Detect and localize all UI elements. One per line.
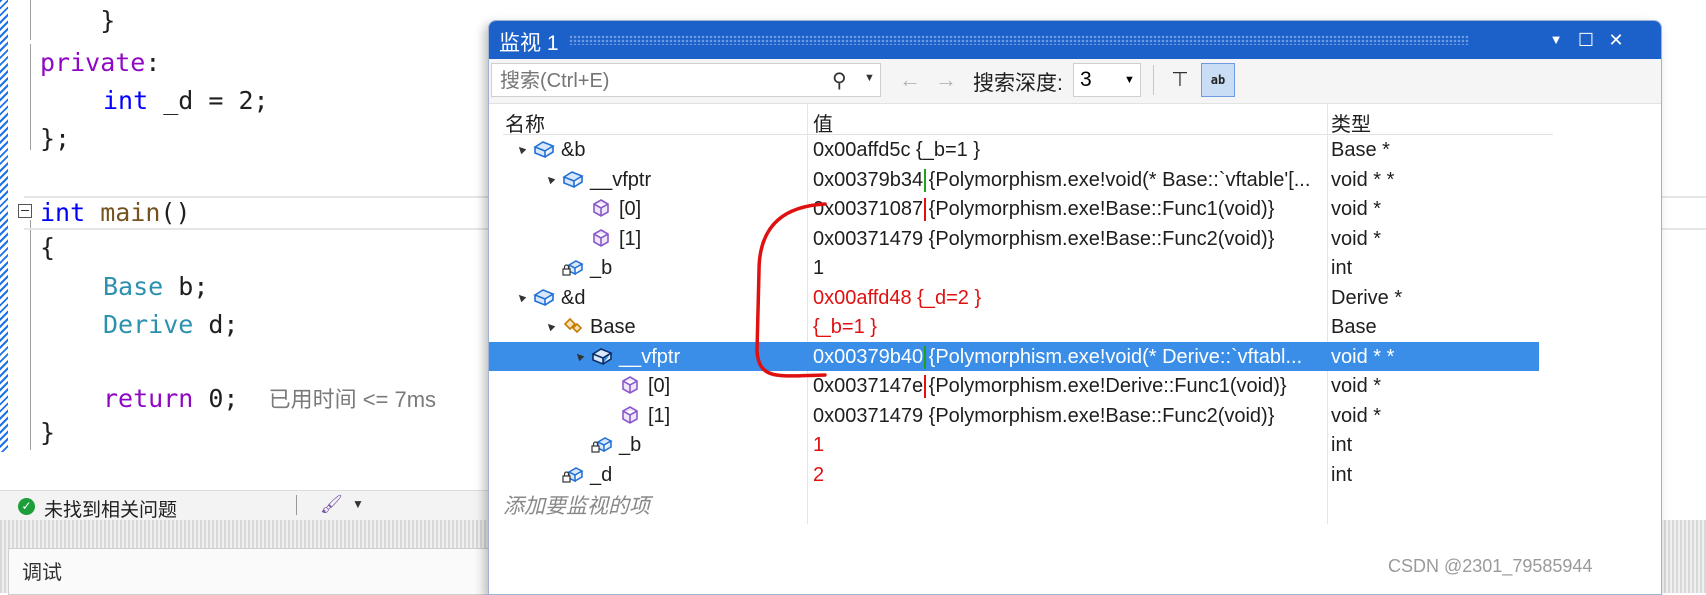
code-line: private: [40, 48, 161, 77]
indent-guide [30, 0, 31, 40]
output-panel: 调试 [0, 520, 492, 595]
check-circle-icon: ✓ [18, 498, 35, 515]
divider [296, 495, 297, 515]
code-line: return 0; 已用时间 <= 7ms [103, 384, 437, 413]
code-line: Derive d; [103, 310, 239, 339]
collapse-toggle[interactable] [18, 204, 32, 218]
issues-status[interactable]: 未找到相关问题 [44, 495, 177, 522]
panel-tab-debug[interactable]: 调试 [22, 556, 62, 585]
code-line: } [40, 6, 116, 35]
indent-guide [30, 220, 31, 450]
watermark: CSDN @2301_79585944 [1388, 556, 1593, 576]
panel-divider-strip [1660, 520, 1706, 593]
code-cleanup-icon[interactable]: 🖌 [320, 494, 343, 515]
elapsed-time-hint: 已用时间 <= 7ms [268, 387, 437, 412]
code-line: }; [40, 124, 71, 153]
chevron-down-icon[interactable]: ▼ [352, 497, 364, 511]
change-margin [0, 0, 8, 452]
annotation-red-bracket [755, 202, 827, 378]
code-line: int _d = 2; [103, 86, 269, 115]
watch-window[interactable]: 监视 1 ▼ ☐ ✕ ⚲ ▼ ← → 搜索深度: 3 ▼ ⊤ ab 名称 值 类… [488, 20, 1662, 595]
output-panel-tab-area [8, 548, 492, 595]
code-line: { [40, 233, 56, 262]
code-line: } [40, 418, 56, 447]
editor-status-bar: ✓ 未找到相关问题 🖌 ▼ [0, 490, 490, 522]
code-line: Base b; [103, 272, 209, 301]
code-line: int main() [40, 198, 191, 227]
indent-guide [30, 44, 31, 150]
